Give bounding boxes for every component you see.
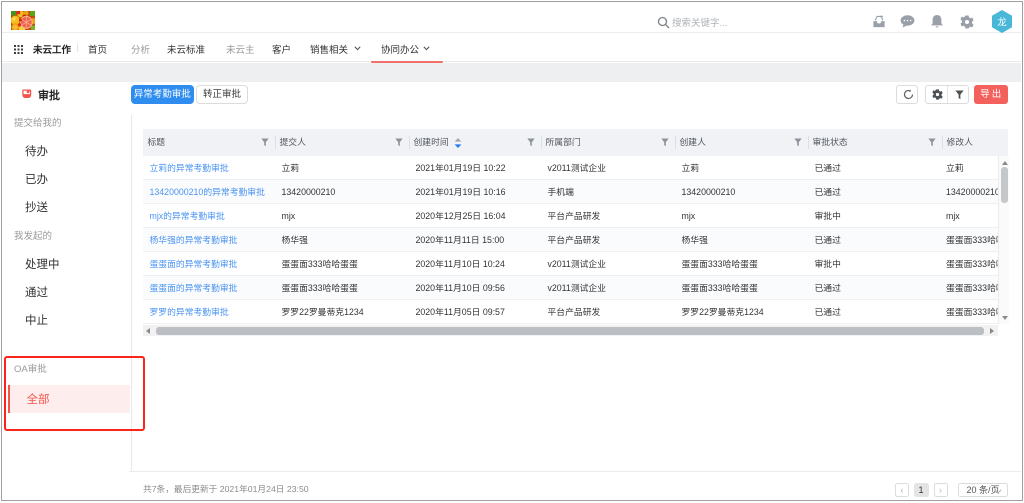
svg-text:龙: 龙 bbox=[997, 17, 1007, 29]
